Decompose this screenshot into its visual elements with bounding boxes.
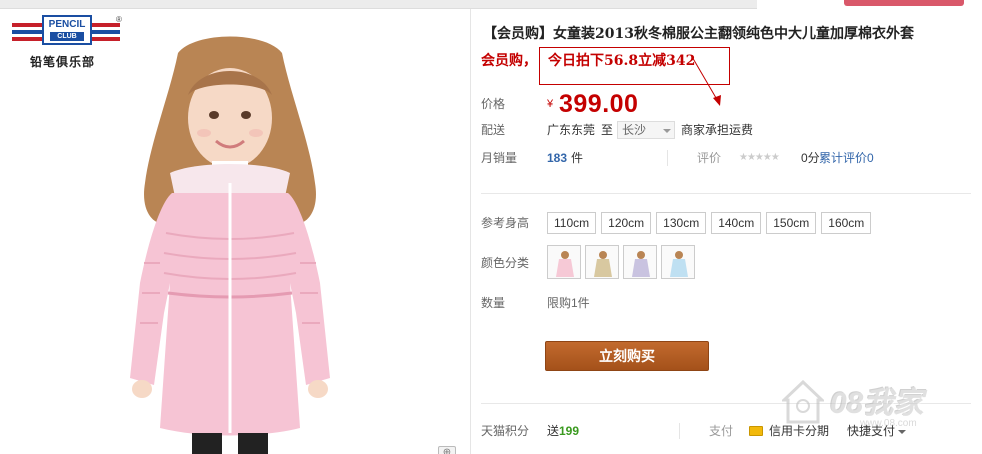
price-label: 价格: [481, 97, 506, 111]
color-label: 颜色分类: [481, 256, 530, 270]
swatch-thumbnail-icon: [632, 251, 650, 277]
color-swatch-pink[interactable]: [547, 245, 581, 279]
product-main-image[interactable]: [100, 33, 360, 454]
promo-prefix: 会员购，: [481, 53, 537, 69]
rating-score: 0分: [801, 151, 820, 165]
divider: [679, 423, 680, 439]
size-label: 参考身高: [481, 216, 530, 230]
shipping-fee: 商家承担运费: [681, 123, 754, 137]
price-currency: ¥: [547, 98, 554, 110]
size-option[interactable]: 120cm: [601, 212, 652, 234]
swatch-thumbnail-icon: [670, 251, 688, 277]
points-prefix: 送: [547, 424, 560, 438]
reviews-link[interactable]: 累计评价0: [819, 147, 874, 169]
shipping-destination-value: 长沙: [622, 123, 647, 137]
sales-label: 月销量: [481, 151, 518, 165]
watermark-url: www.08.com: [860, 418, 917, 429]
rating-stars-icon: ★★★★★: [739, 152, 780, 163]
top-promo-banner[interactable]: [757, 0, 982, 9]
top-banner-strip: [0, 0, 982, 9]
site-watermark: 08我家 www.08.com: [780, 376, 980, 440]
size-option[interactable]: 150cm: [766, 212, 817, 234]
product-title: 【会员购】女童装2013秋冬棉服公主翻领纯色中大儿童加厚棉衣外套: [483, 26, 914, 42]
size-options: 110cm 120cm 130cm 140cm 150cm 160cm: [547, 212, 876, 234]
size-option[interactable]: 160cm: [821, 212, 872, 234]
logo-brand-en: PENCIL: [48, 19, 86, 30]
shipping-destination-select[interactable]: 长沙: [617, 121, 675, 139]
logo-brand-en2: CLUB: [50, 32, 84, 41]
quantity-limit: 限购1件: [547, 296, 590, 310]
reviews-label: 评价: [697, 151, 722, 165]
size-option[interactable]: 110cm: [547, 212, 597, 234]
shipping-to: 至: [601, 123, 614, 137]
color-options: [547, 245, 699, 286]
sales-unit: 件: [571, 151, 584, 165]
size-option[interactable]: 130cm: [656, 212, 707, 234]
size-option[interactable]: 140cm: [711, 212, 762, 234]
watermark-text: 08我家: [830, 387, 924, 420]
swatch-thumbnail-icon: [556, 251, 574, 277]
house-logo-icon: [782, 380, 824, 424]
divider: [481, 193, 971, 194]
quantity-label: 数量: [481, 296, 506, 310]
zoom-icon[interactable]: ⊕: [438, 446, 456, 454]
payment-label: 支付: [709, 424, 734, 438]
product-gallery: PENCIL CLUB ® 铅笔俱乐部 ⊕: [0, 9, 462, 454]
swatch-thumbnail-icon: [594, 251, 612, 277]
annotation-arrow-icon: [690, 54, 721, 106]
credit-card-icon: [749, 426, 763, 436]
product-page: PENCIL CLUB ® 铅笔俱乐部 ⊕ 【会员购】女童装2013秋冬棉服公主…: [0, 0, 982, 454]
color-swatch-sky[interactable]: [661, 245, 695, 279]
color-swatch-lavender[interactable]: [623, 245, 657, 279]
sales-count: 183: [547, 151, 568, 165]
shipping-from: 广东东莞: [547, 123, 596, 137]
divider: [667, 150, 668, 166]
logo-badge: PENCIL CLUB: [42, 15, 92, 45]
logo-registered-mark: ®: [116, 15, 122, 24]
points-value: 199: [559, 424, 580, 438]
chevron-down-icon: [663, 129, 671, 133]
shipping-label: 配送: [481, 123, 506, 137]
points-label: 天猫积分: [481, 424, 530, 438]
color-swatch-khaki[interactable]: [585, 245, 619, 279]
logo-brand-cn: 铅笔俱乐部: [30, 55, 96, 69]
price-value: 399.00: [559, 90, 639, 118]
buy-now-button[interactable]: 立刻购买: [545, 341, 709, 371]
